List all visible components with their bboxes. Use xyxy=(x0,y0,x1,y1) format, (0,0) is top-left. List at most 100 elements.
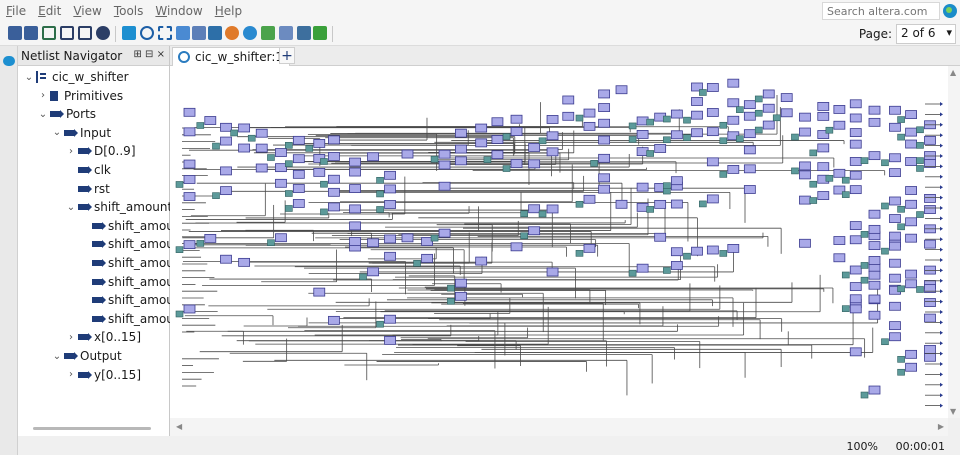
logic-block xyxy=(905,127,917,137)
color-icon[interactable] xyxy=(225,26,239,40)
refresh-icon[interactable] xyxy=(42,26,56,40)
logic-block xyxy=(275,148,287,157)
tree-item[interactable]: shift_amou xyxy=(78,235,174,253)
logic-block xyxy=(401,233,414,243)
logic-block xyxy=(275,178,287,188)
menu-bar: File Edit View Tools Window Help xyxy=(0,0,960,22)
menu-edit[interactable]: Edit xyxy=(32,4,67,18)
chat-icon[interactable] xyxy=(3,56,15,66)
tree-item[interactable]: › y[0..15] xyxy=(64,366,141,384)
tab-cic-w-shifter[interactable]: cic_w_shifter:1 xyxy=(172,47,291,66)
tree-item-label: shift_amount[ xyxy=(94,200,177,215)
menu-file[interactable]: File xyxy=(0,4,32,18)
expand-toggle-icon[interactable]: › xyxy=(64,332,78,343)
logic-block xyxy=(849,347,862,357)
expand-toggle-icon[interactable]: ⌄ xyxy=(50,127,64,138)
register-block xyxy=(860,262,869,269)
horizontal-scrollbar[interactable]: ◀ ▶ xyxy=(170,418,948,436)
logic-block xyxy=(654,144,667,153)
tree-item[interactable]: ⌄ Input xyxy=(50,124,111,142)
search-input[interactable] xyxy=(822,2,940,20)
logic-block xyxy=(889,321,901,331)
find-icon[interactable] xyxy=(192,26,206,40)
menu-window[interactable]: Window xyxy=(149,4,208,18)
menu-view[interactable]: View xyxy=(67,4,107,18)
expand-toggle-icon[interactable]: ⌄ xyxy=(64,202,78,213)
tree-item[interactable]: ⌄ cic_w_shifter xyxy=(22,68,129,86)
tree-item[interactable]: ⌄ Ports xyxy=(36,105,96,123)
logic-block xyxy=(833,236,846,245)
expand-toggle-icon[interactable]: › xyxy=(64,369,78,380)
hand-icon[interactable] xyxy=(176,26,190,40)
menu-tools[interactable]: Tools xyxy=(108,4,150,18)
grid-icon[interactable] xyxy=(313,26,327,40)
output-port xyxy=(940,216,943,221)
output-port xyxy=(940,174,943,179)
logic-block xyxy=(780,108,793,118)
tree-item[interactable]: › x[0..15] xyxy=(64,328,141,346)
output-port xyxy=(940,351,943,356)
expand-toggle-icon[interactable]: › xyxy=(36,90,50,101)
logic-block xyxy=(313,139,326,148)
tree-item[interactable]: shift_amou xyxy=(78,254,174,272)
tree-item[interactable]: › Primitives xyxy=(36,87,123,105)
zoom-icon[interactable] xyxy=(140,26,154,40)
export-icon[interactable] xyxy=(279,26,293,40)
logic-block xyxy=(868,310,881,320)
scroll-up-icon[interactable]: ▲ xyxy=(950,68,956,77)
netlist-icon[interactable] xyxy=(208,26,222,40)
expand-toggle-icon[interactable]: ⌄ xyxy=(36,109,50,120)
tree-item[interactable]: shift_amou xyxy=(78,217,174,235)
tree-item[interactable]: ⌄ Output xyxy=(50,347,122,365)
logic-block xyxy=(528,226,541,236)
page-select[interactable]: 2 of 6 xyxy=(896,24,956,44)
tree-item[interactable]: shift_amou xyxy=(78,291,174,309)
add-tab-button[interactable]: + xyxy=(279,47,295,64)
tree-item[interactable]: clk xyxy=(64,161,111,179)
register-block xyxy=(897,356,905,363)
register-block xyxy=(285,142,293,149)
expand-toggle-icon[interactable]: ⌄ xyxy=(22,72,36,83)
globe-icon[interactable] xyxy=(943,4,957,18)
left-sidebar-strip xyxy=(0,46,18,455)
logic-block xyxy=(762,120,775,130)
back-icon[interactable] xyxy=(8,26,22,40)
tree-item[interactable]: shift_amou xyxy=(78,273,174,291)
panel-horizontal-scrollbar[interactable] xyxy=(33,427,151,430)
logic-block xyxy=(889,105,901,115)
logic-block xyxy=(583,108,596,118)
settings-icon[interactable] xyxy=(243,26,257,40)
expand-toggle-icon[interactable]: ⌄ xyxy=(50,351,64,362)
binoculars-icon[interactable] xyxy=(96,26,110,40)
menu-help[interactable]: Help xyxy=(209,4,248,18)
logic-block xyxy=(367,238,379,248)
scroll-down-icon[interactable]: ▼ xyxy=(950,407,956,416)
layout-icon[interactable] xyxy=(297,26,311,40)
register-block xyxy=(916,286,924,293)
tree-item[interactable]: shift_amou xyxy=(78,310,174,328)
logic-block xyxy=(849,221,862,230)
select-icon[interactable] xyxy=(122,26,136,40)
filter-icon[interactable] xyxy=(261,26,275,40)
logic-block xyxy=(313,167,326,177)
expand-toggle-icon[interactable]: › xyxy=(64,146,78,157)
fit-icon[interactable] xyxy=(158,26,172,40)
tree-item[interactable]: ⌄ shift_amount[ xyxy=(64,198,177,216)
vertical-scrollbar[interactable]: ▲ ▼ xyxy=(948,66,960,418)
logic-block xyxy=(743,100,756,110)
logic-block xyxy=(706,194,719,204)
zoom-level: 100% xyxy=(846,440,878,453)
tree-item[interactable]: rst xyxy=(64,180,110,198)
panel-controls[interactable]: ⊞ ⊟ × xyxy=(134,49,166,60)
scroll-right-icon[interactable]: ▶ xyxy=(938,422,944,431)
schematic-canvas[interactable] xyxy=(170,66,948,418)
logic-block xyxy=(905,362,917,372)
logic-block xyxy=(349,204,361,214)
collapse-icon[interactable] xyxy=(60,26,74,40)
tree-item[interactable]: › D[0..9] xyxy=(64,142,136,160)
logic-block xyxy=(833,120,846,130)
expand-icon[interactable] xyxy=(78,26,92,40)
forward-icon[interactable] xyxy=(24,26,38,40)
register-block xyxy=(897,205,905,213)
scroll-left-icon[interactable]: ◀ xyxy=(176,422,182,431)
